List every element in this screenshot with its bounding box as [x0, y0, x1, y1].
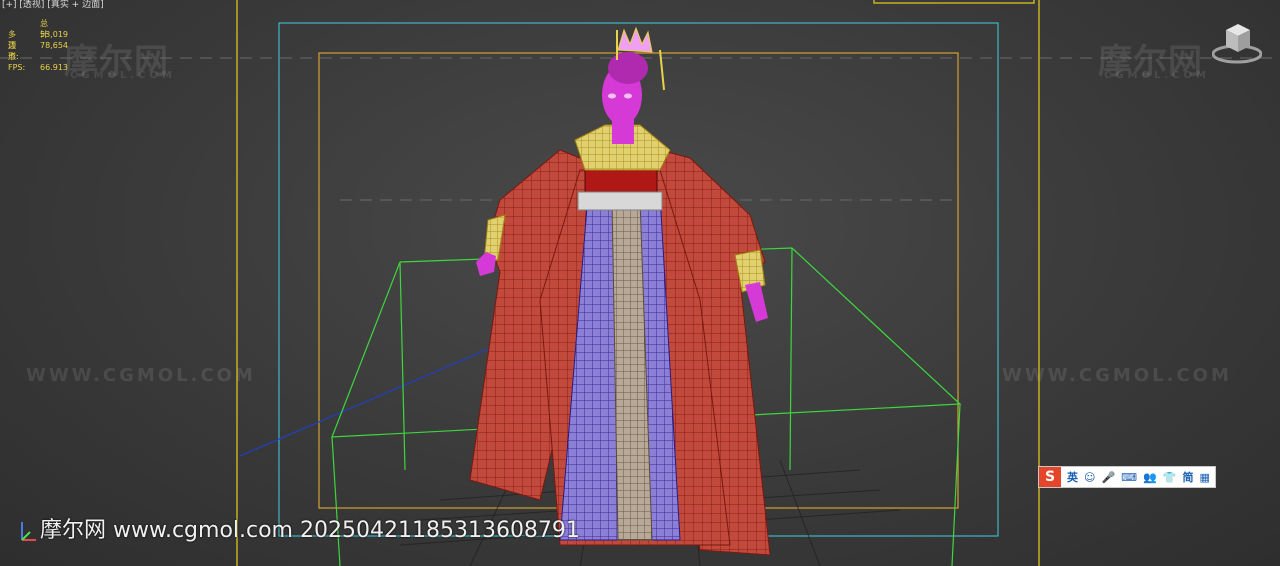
- ime-simplified-toggle[interactable]: 简: [1182, 469, 1193, 485]
- waist-band-trim: [577, 191, 663, 211]
- viewcube-icon[interactable]: [1212, 20, 1262, 64]
- ime-users-icon[interactable]: 👥: [1143, 471, 1157, 484]
- ime-menu-icon[interactable]: ▦: [1199, 471, 1209, 484]
- axis-gizmo: [21, 522, 36, 541]
- ime-toolbar[interactable]: S 英 ☺ 🎤 ⌨ 👥 👕 简 ▦: [1038, 466, 1216, 488]
- ime-language-toggle[interactable]: 英: [1067, 469, 1078, 485]
- ime-microphone-icon[interactable]: 🎤: [1101, 471, 1115, 484]
- ime-emoji-icon[interactable]: ☺: [1084, 471, 1095, 484]
- ime-keyboard-icon[interactable]: ⌨: [1121, 471, 1137, 484]
- face-eye-right: [624, 93, 632, 99]
- hair-bun: [608, 52, 648, 84]
- hand-left: [476, 252, 496, 276]
- ime-logo-icon[interactable]: S: [1039, 467, 1061, 487]
- hairpin-right: [659, 49, 665, 91]
- hand-right: [745, 282, 768, 322]
- ime-skin-icon[interactable]: 👕: [1163, 471, 1177, 484]
- crown: [617, 26, 653, 53]
- watermark-caption: 摩尔网 www.cgmol.com 20250421185313608791: [40, 518, 580, 543]
- viewport-corner-marker: [873, 0, 1035, 4]
- face-eye-left: [608, 93, 616, 99]
